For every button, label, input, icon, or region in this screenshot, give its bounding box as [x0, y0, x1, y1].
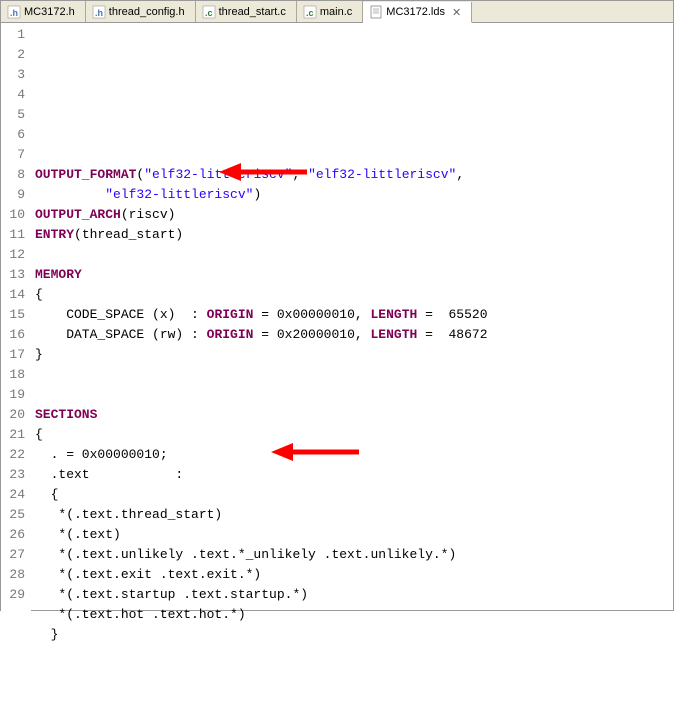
tab-main-c[interactable]: .c main.c — [297, 1, 363, 22]
code-line[interactable]: *(.text) — [35, 525, 673, 545]
code-line[interactable] — [35, 645, 673, 665]
line-number: 14 — [1, 285, 31, 305]
tab-thread-config-h[interactable]: .h thread_config.h — [86, 1, 196, 22]
h-file-icon: .h — [7, 5, 21, 19]
line-number: 25 — [1, 505, 31, 525]
tab-label: MC3172.lds — [386, 6, 445, 18]
tab-label: thread_config.h — [109, 6, 185, 18]
code-line[interactable]: ENTRY(thread_start) — [35, 225, 673, 245]
c-file-icon: .c — [202, 5, 216, 19]
line-number: 29 — [1, 585, 31, 605]
tab-thread-start-c[interactable]: .c thread_start.c — [196, 1, 297, 22]
line-number: 7 — [1, 145, 31, 165]
line-number: 5 — [1, 105, 31, 125]
line-number: 22 — [1, 445, 31, 465]
line-number-gutter: 1234567891011121314151617181920212223242… — [1, 23, 31, 612]
code-line[interactable]: .text : — [35, 465, 673, 485]
line-number: 4 — [1, 85, 31, 105]
line-number: 27 — [1, 545, 31, 565]
line-number: 17 — [1, 345, 31, 365]
line-number: 13 — [1, 265, 31, 285]
tab-bar: .h MC3172.h .h thread_config.h .c thread… — [1, 1, 673, 23]
line-number: 3 — [1, 65, 31, 85]
line-number: 21 — [1, 425, 31, 445]
editor-area: 1234567891011121314151617181920212223242… — [1, 23, 673, 612]
code-line[interactable]: { — [35, 285, 673, 305]
line-number: 6 — [1, 125, 31, 145]
code-line[interactable]: } — [35, 625, 673, 645]
code-line[interactable] — [35, 365, 673, 385]
line-number: 28 — [1, 565, 31, 585]
code-line[interactable] — [35, 145, 673, 165]
line-number: 8 — [1, 165, 31, 185]
code-line[interactable]: "elf32-littleriscv") — [35, 185, 673, 205]
svg-text:.h: .h — [10, 8, 18, 18]
line-number: 24 — [1, 485, 31, 505]
code-line[interactable]: *(.text.exit .text.exit.*) — [35, 565, 673, 585]
code-line[interactable]: OUTPUT_FORMAT("elf32-littleriscv", "elf3… — [35, 165, 673, 185]
tab-label: MC3172.h — [24, 6, 75, 18]
line-number: 11 — [1, 225, 31, 245]
code-line[interactable]: SECTIONS — [35, 405, 673, 425]
line-number: 9 — [1, 185, 31, 205]
svg-text:.c: .c — [306, 8, 314, 18]
code-line[interactable]: . = 0x00000010; — [35, 445, 673, 465]
code-line[interactable] — [35, 385, 673, 405]
code-line[interactable]: MEMORY — [35, 265, 673, 285]
line-number: 18 — [1, 365, 31, 385]
line-number: 16 — [1, 325, 31, 345]
code-line[interactable]: *(.text.startup .text.startup.*) — [35, 585, 673, 605]
code-line[interactable]: *(.text.thread_start) — [35, 505, 673, 525]
tab-label: thread_start.c — [219, 6, 286, 18]
close-icon[interactable]: ✕ — [452, 6, 461, 19]
tab-mc3172-lds[interactable]: MC3172.lds ✕ — [363, 2, 472, 23]
line-number: 1 — [1, 25, 31, 45]
line-number: 19 — [1, 385, 31, 405]
line-number: 20 — [1, 405, 31, 425]
svg-text:.c: .c — [205, 8, 213, 18]
code-line[interactable] — [35, 125, 673, 145]
line-number: 26 — [1, 525, 31, 545]
code-line[interactable]: CODE_SPACE (x) : ORIGIN = 0x00000010, LE… — [35, 305, 673, 325]
code-line[interactable]: OUTPUT_ARCH(riscv) — [35, 205, 673, 225]
svg-text:.h: .h — [95, 8, 103, 18]
line-number: 12 — [1, 245, 31, 265]
code-line[interactable]: { — [35, 485, 673, 505]
h-file-icon: .h — [92, 5, 106, 19]
c-file-icon: .c — [303, 5, 317, 19]
code-line[interactable] — [35, 245, 673, 265]
code-line[interactable] — [35, 665, 673, 685]
code-line[interactable]: DATA_SPACE (rw) : ORIGIN = 0x20000010, L… — [35, 325, 673, 345]
code-line[interactable]: { — [35, 425, 673, 445]
generic-file-icon — [369, 5, 383, 19]
line-number: 23 — [1, 465, 31, 485]
code-line[interactable] — [35, 685, 673, 705]
line-number: 15 — [1, 305, 31, 325]
code-line[interactable]: *(.text.hot .text.hot.*) — [35, 605, 673, 625]
line-number: 10 — [1, 205, 31, 225]
code-line[interactable]: } — [35, 345, 673, 365]
tab-label: main.c — [320, 6, 352, 18]
line-number: 2 — [1, 45, 31, 65]
tab-mc3172-h[interactable]: .h MC3172.h — [1, 1, 86, 22]
code-area[interactable]: OUTPUT_FORMAT("elf32-littleriscv", "elf3… — [31, 23, 673, 612]
code-line[interactable]: *(.text.unlikely .text.*_unlikely .text.… — [35, 545, 673, 565]
